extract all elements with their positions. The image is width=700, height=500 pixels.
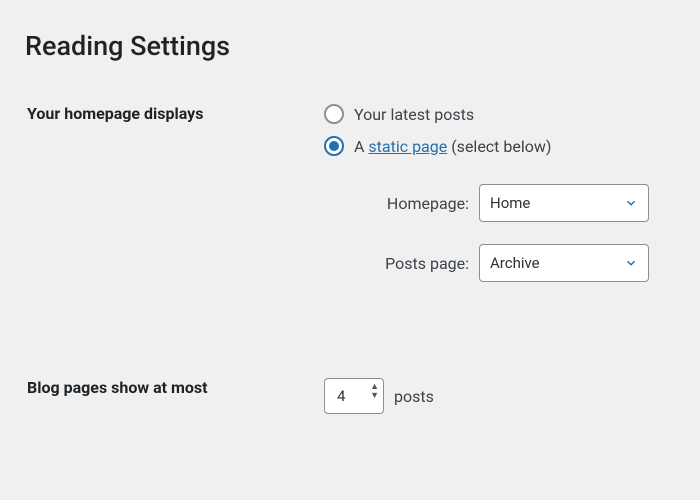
homepage-displays-row: Your homepage displays Your latest posts…	[27, 104, 673, 304]
blog-pages-count-value: 4	[337, 387, 345, 405]
blog-pages-row: Blog pages show at most 4 ▲ ▼ posts	[27, 378, 673, 414]
static-page-suffix: (select below)	[447, 137, 551, 156]
number-stepper[interactable]: ▲ ▼	[370, 387, 379, 405]
radio-latest-posts-label: Your latest posts	[354, 105, 474, 124]
blog-pages-count-input[interactable]: 4 ▲ ▼	[324, 378, 384, 414]
chevron-down-icon	[624, 196, 638, 210]
radio-static-page[interactable]	[324, 136, 344, 156]
static-page-link[interactable]: static page	[368, 137, 447, 156]
posts-page-select-value: Archive	[490, 254, 540, 272]
radio-latest-posts[interactable]	[324, 104, 344, 124]
radio-static-page-label: A static page (select below)	[354, 137, 551, 156]
homepage-select-value: Home	[490, 194, 530, 212]
homepage-select[interactable]: Home	[479, 184, 649, 222]
blog-pages-label: Blog pages show at most	[27, 378, 322, 414]
radio-option-latest-posts[interactable]: Your latest posts	[324, 104, 673, 124]
stepper-down-icon[interactable]: ▼	[370, 396, 379, 405]
posts-page-select[interactable]: Archive	[479, 244, 649, 282]
page-title: Reading Settings	[25, 30, 675, 62]
posts-page-select-label: Posts page:	[354, 254, 469, 273]
static-page-prefix: A	[354, 137, 368, 156]
homepage-displays-label: Your homepage displays	[27, 104, 322, 304]
blog-pages-unit: posts	[394, 387, 434, 406]
homepage-select-label: Homepage:	[354, 194, 469, 213]
radio-option-static-page[interactable]: A static page (select below)	[324, 136, 673, 156]
chevron-down-icon	[624, 256, 638, 270]
